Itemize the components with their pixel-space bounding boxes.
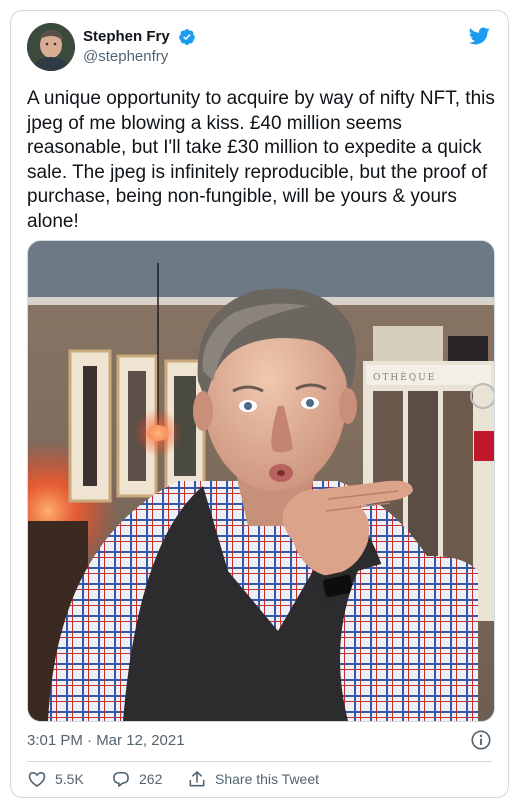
tweet-meta: 3:01 PM · Mar 12, 2021 — [27, 729, 492, 753]
reply-button[interactable]: 262 — [111, 769, 162, 789]
author-display-name[interactable]: Stephen Fry — [83, 27, 170, 47]
verified-badge-icon — [179, 29, 196, 45]
sign-text: OTHÈQUE — [373, 371, 436, 383]
reply-count: 262 — [139, 771, 163, 787]
divider — [27, 761, 492, 762]
reply-icon — [113, 771, 129, 787]
author-handle[interactable]: @stephenfry — [83, 47, 196, 67]
photo-illustration: OTHÈQUE — [28, 241, 494, 721]
tweet-embed-card[interactable]: Stephen Fry @stephenfry A unique opportu… — [10, 10, 509, 798]
share-icon — [189, 771, 205, 787]
share-button[interactable]: Share this Tweet — [187, 769, 319, 789]
info-icon[interactable] — [470, 729, 492, 751]
share-label: Share this Tweet — [215, 771, 320, 787]
tweet-text: A unique opportunity to acquire by way o… — [27, 88, 495, 232]
heart-icon — [28, 772, 46, 787]
author-names[interactable]: Stephen Fry @stephenfry — [83, 27, 196, 67]
twitter-bird-icon[interactable] — [466, 25, 492, 47]
avatar[interactable] — [27, 23, 75, 71]
tweet-actions: 5.5K 262 Share this Tweet — [27, 767, 492, 795]
tweet-header: Stephen Fry @stephenfry — [27, 23, 492, 71]
like-count: 5.5K — [55, 771, 84, 787]
like-button[interactable]: 5.5K — [27, 769, 84, 789]
tweet-timestamp[interactable]: 3:01 PM · Mar 12, 2021 — [27, 731, 185, 751]
tweet-photo[interactable]: OTHÈQUE — [27, 240, 495, 722]
